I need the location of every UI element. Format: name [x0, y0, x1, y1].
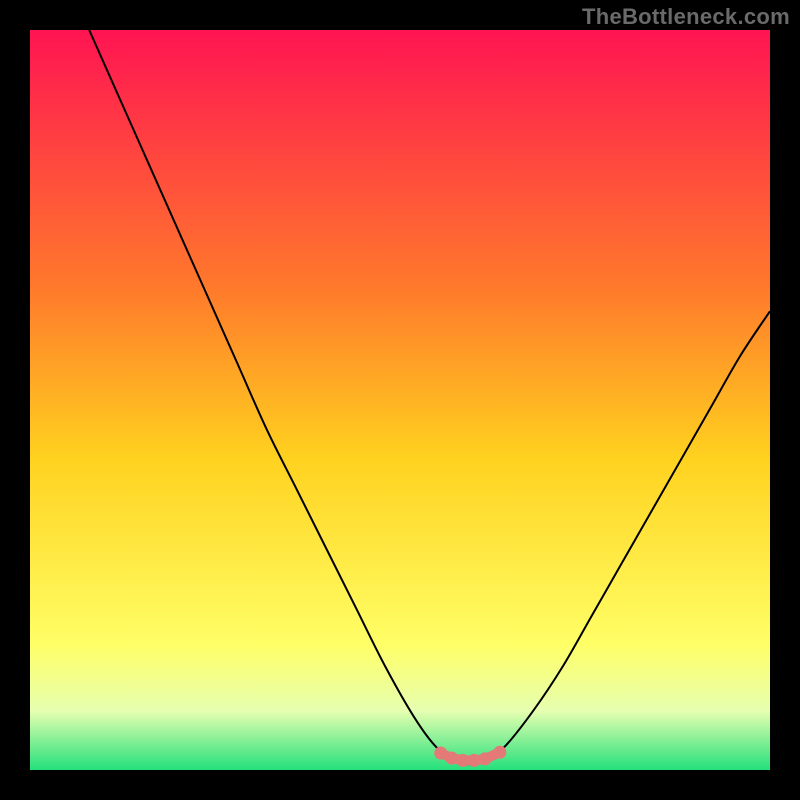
- sweet-spot-dot: [445, 752, 458, 765]
- sweet-spot-dot: [456, 754, 469, 767]
- sweet-spot-dot: [479, 752, 492, 765]
- chart-frame: TheBottleneck.com: [0, 0, 800, 800]
- gradient-background: [30, 30, 770, 770]
- plot-area: [30, 30, 770, 770]
- sweet-spot-dot: [468, 754, 481, 767]
- sweet-spot-dot: [493, 746, 506, 759]
- sweet-spot-dot: [434, 746, 447, 759]
- watermark-text: TheBottleneck.com: [582, 4, 790, 30]
- chart-svg: [30, 30, 770, 770]
